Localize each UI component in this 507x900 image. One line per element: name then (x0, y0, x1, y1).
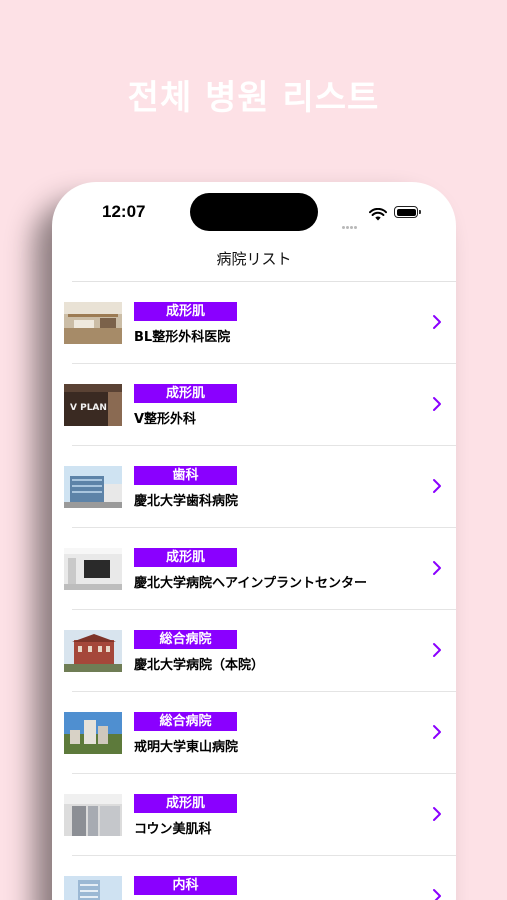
chevron-right-icon (432, 642, 442, 658)
hospital-thumbnail (64, 302, 122, 344)
hospital-row[interactable]: 内科 (64, 856, 456, 900)
hospital-thumbnail (64, 876, 122, 900)
status-time: 12:07 (102, 202, 146, 221)
status-bar: 12:07 (52, 182, 456, 232)
thumbnail-sign-text: V PLAN (70, 403, 107, 413)
category-badge: 成形肌 (134, 302, 237, 321)
category-badge: 成形肌 (134, 794, 237, 813)
promo-headline: 전체 병원 리스트 (127, 78, 380, 118)
hospital-thumbnail (64, 630, 122, 672)
chevron-right-icon (432, 314, 442, 330)
hospital-list: 成形肌 BL整形外科医院 V PLAN 成形肌 V整形外科 歯科 慶北大学歯科病… (52, 282, 456, 900)
dynamic-island (190, 193, 318, 231)
category-badge: 成形肌 (134, 384, 237, 403)
hospital-row[interactable]: 成形肌 慶北大学病院ヘアインプラントセンター (64, 528, 456, 610)
hospital-row[interactable]: 総合病院 慶北大学病院（本院） (64, 610, 456, 692)
hospital-thumbnail (64, 794, 122, 836)
hospital-thumbnail (64, 712, 122, 754)
hospital-thumbnail (64, 548, 122, 590)
hospital-row[interactable]: 成形肌 コウン美肌科 (64, 774, 456, 856)
cellular-signal-icon (342, 214, 364, 229)
category-badge: 成形肌 (134, 548, 237, 567)
hospital-row[interactable]: V PLAN 成形肌 V整形外科 (64, 364, 456, 446)
category-badge: 総合病院 (134, 712, 237, 731)
hospital-name: 慶北大学病院ヘアインプラントセンター (134, 576, 367, 591)
category-badge: 総合病院 (134, 630, 237, 649)
hospital-name: 慶北大学病院（本院） (134, 658, 265, 673)
hospital-thumbnail (64, 466, 122, 508)
nav-title: 病院リスト (216, 250, 292, 268)
hospital-name: 戒明大学東山病院 (134, 740, 239, 755)
hospital-name: V整形外科 (134, 412, 197, 427)
chevron-right-icon (432, 724, 442, 740)
hospital-name: 慶北大学歯科病院 (134, 494, 239, 509)
hospital-thumbnail: V PLAN (64, 384, 122, 426)
hospital-name: コウン美肌科 (134, 822, 212, 837)
hospital-row[interactable]: 成形肌 BL整形外科医院 (64, 282, 456, 364)
battery-icon (394, 206, 421, 218)
chevron-right-icon (432, 478, 442, 494)
chevron-right-icon (432, 888, 442, 900)
screen: 전체 병원 리스트 12:07 病院リスト 成形肌 BL整形外科医院 V PLA… (0, 0, 507, 900)
category-badge: 内科 (134, 876, 237, 895)
chevron-right-icon (432, 396, 442, 412)
hospital-row[interactable]: 歯科 慶北大学歯科病院 (64, 446, 456, 528)
hospital-row[interactable]: 総合病院 戒明大学東山病院 (64, 692, 456, 774)
category-badge: 歯科 (134, 466, 237, 485)
chevron-right-icon (432, 806, 442, 822)
hospital-name: BL整形外科医院 (134, 330, 231, 345)
phone-frame: 12:07 病院リスト 成形肌 BL整形外科医院 V PLAN 成形肌 V整形外… (52, 182, 456, 900)
wifi-icon (369, 206, 387, 225)
chevron-right-icon (432, 560, 442, 576)
